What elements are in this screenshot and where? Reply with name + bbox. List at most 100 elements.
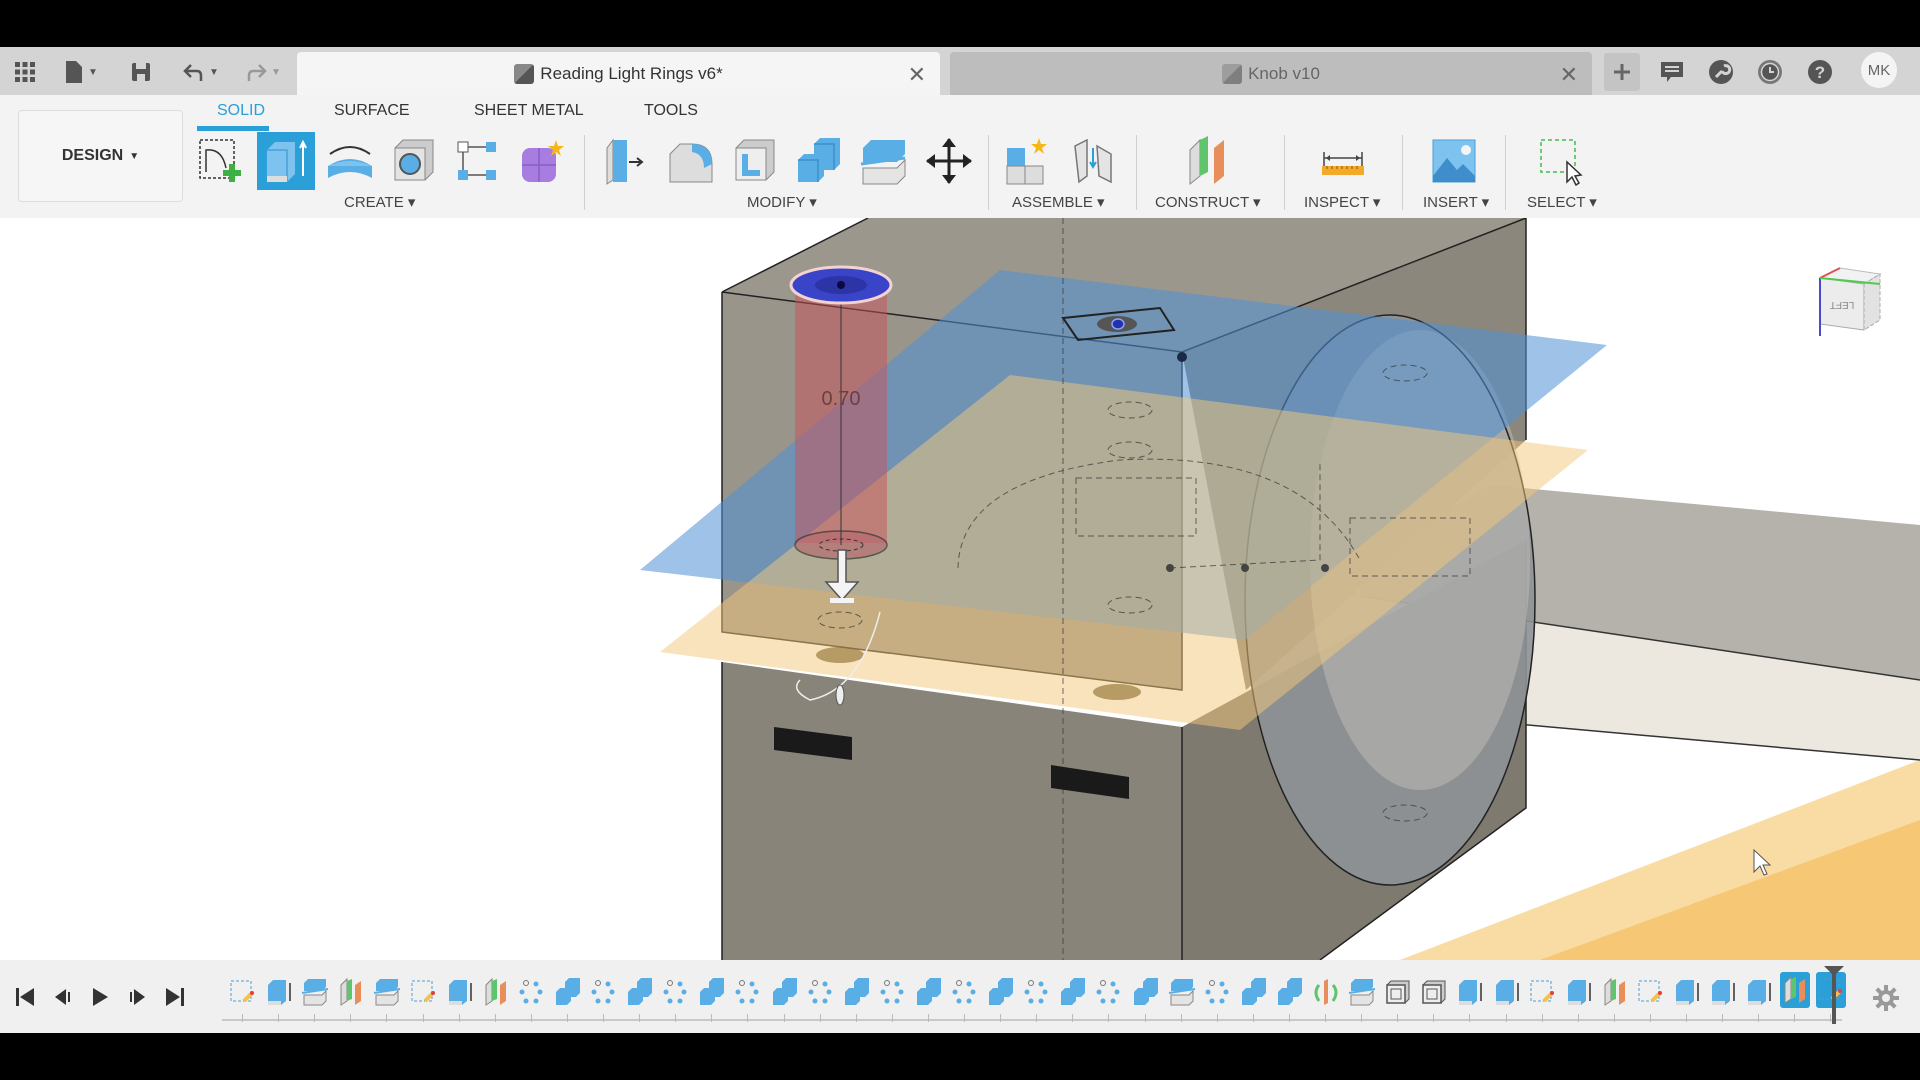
timeline-settings-button[interactable] xyxy=(1872,984,1904,1016)
pattern-button[interactable] xyxy=(449,133,505,189)
job-status-button[interactable] xyxy=(1755,57,1785,87)
extensions-button[interactable] xyxy=(1706,57,1736,87)
timeline-feature-combine[interactable] xyxy=(914,977,944,1007)
insert-image-button[interactable] xyxy=(1426,133,1482,189)
close-tab-icon[interactable]: ✕ xyxy=(1560,62,1578,88)
timeline-feature-extrude[interactable] xyxy=(1708,977,1738,1007)
timeline-feature-extrude[interactable] xyxy=(1492,977,1522,1007)
timeline-feature-pattern[interactable] xyxy=(589,977,619,1007)
timeline-feature-pattern[interactable] xyxy=(661,977,691,1007)
timeline-feature-sketch[interactable] xyxy=(1528,977,1558,1007)
timeline-feature-pattern[interactable] xyxy=(1022,977,1052,1007)
timeline-feature-combine[interactable] xyxy=(986,977,1016,1007)
timeline-feature-offset-plane-split[interactable] xyxy=(300,977,330,1007)
timeline-feature-pattern[interactable] xyxy=(1203,977,1233,1007)
joint-button[interactable] xyxy=(1066,133,1122,189)
timeline-feature-combine[interactable] xyxy=(697,977,727,1007)
save-button[interactable] xyxy=(126,57,156,87)
split-body-button[interactable] xyxy=(856,133,912,189)
step-forward-button[interactable] xyxy=(123,982,151,1012)
timeline-feature-combine[interactable] xyxy=(625,977,655,1007)
create-menu[interactable]: CREATE ▾ xyxy=(344,193,415,211)
close-tab-icon[interactable]: ✕ xyxy=(908,62,926,88)
redo-button[interactable]: ▼ xyxy=(240,57,286,87)
timeline-feature-pattern[interactable] xyxy=(950,977,980,1007)
timeline-feature-sketch[interactable] xyxy=(228,977,258,1007)
hole-button[interactable] xyxy=(386,133,442,189)
timeline-feature-extrude[interactable] xyxy=(1455,977,1485,1007)
timeline-feature-extrude[interactable] xyxy=(1672,977,1702,1007)
revolve-button[interactable] xyxy=(322,133,378,189)
3d-viewport[interactable]: 0.70 LEFT xyxy=(0,218,1920,960)
timeline-feature-pattern[interactable] xyxy=(733,977,763,1007)
comments-button[interactable] xyxy=(1657,57,1687,87)
timeline-feature-extrude[interactable] xyxy=(1564,977,1594,1007)
timeline-feature-construct-plane[interactable] xyxy=(336,977,366,1007)
inspect-menu[interactable]: INSPECT ▾ xyxy=(1304,193,1380,211)
help-button[interactable]: ? xyxy=(1805,57,1835,87)
create-form-button[interactable] xyxy=(513,133,569,189)
tab-sheet-metal[interactable]: SHEET METAL xyxy=(474,102,584,120)
timeline-feature-extrude[interactable] xyxy=(445,977,475,1007)
timeline-feature-combine[interactable] xyxy=(1275,977,1305,1007)
play-button[interactable] xyxy=(86,982,114,1012)
tab-tools[interactable]: TOOLS xyxy=(644,102,698,120)
new-tab-button[interactable] xyxy=(1604,53,1640,91)
press-pull-button[interactable] xyxy=(598,133,654,189)
tab-surface[interactable]: SURFACE xyxy=(334,102,410,120)
timeline-feature-construct-plane[interactable] xyxy=(1780,972,1811,1008)
timeline-feature-offset-plane-split[interactable] xyxy=(372,977,402,1007)
shell-button[interactable] xyxy=(727,133,783,189)
timeline-feature-shell[interactable] xyxy=(1419,977,1449,1007)
modify-menu[interactable]: MODIFY ▾ xyxy=(747,193,817,211)
timeline-feature-combine[interactable] xyxy=(842,977,872,1007)
model-canvas[interactable]: 0.70 xyxy=(0,218,1920,960)
timeline-feature-pattern[interactable] xyxy=(878,977,908,1007)
timeline-feature-combine[interactable] xyxy=(1131,977,1161,1007)
step-back-button[interactable] xyxy=(49,982,77,1012)
tab-solid[interactable]: SOLID xyxy=(217,102,265,120)
timeline-feature-construct-plane[interactable] xyxy=(1600,977,1630,1007)
offset-plane-button[interactable] xyxy=(1181,133,1237,189)
timeline-feature-split[interactable] xyxy=(1167,977,1197,1007)
extrude-dimension-label[interactable]: 0.70 xyxy=(822,388,861,410)
timeline-feature-combine[interactable] xyxy=(770,977,800,1007)
select-menu[interactable]: SELECT ▾ xyxy=(1527,193,1597,211)
timeline-feature-mirror-plane[interactable] xyxy=(1311,977,1341,1007)
timeline-feature-pattern[interactable] xyxy=(806,977,836,1007)
document-tab[interactable]: Knob v10 ✕ xyxy=(950,52,1592,95)
insert-menu[interactable]: INSERT ▾ xyxy=(1423,193,1489,211)
combine-button[interactable] xyxy=(791,133,847,189)
timeline-feature-combine[interactable] xyxy=(1058,977,1088,1007)
timeline-marker[interactable] xyxy=(1832,968,1836,1024)
create-sketch-button[interactable] xyxy=(193,133,249,189)
timeline-feature-sketch[interactable] xyxy=(409,977,439,1007)
timeline-feature-split[interactable] xyxy=(1347,977,1377,1007)
user-avatar[interactable]: MK xyxy=(1861,52,1897,88)
timeline-feature-pattern[interactable] xyxy=(1094,977,1124,1007)
workspace-switcher[interactable]: DESIGN ▼ xyxy=(18,110,183,202)
document-tab-active[interactable]: Reading Light Rings v6* ✕ xyxy=(297,52,940,95)
timeline-feature-sketch[interactable] xyxy=(1636,977,1666,1007)
timeline-feature-pattern[interactable] xyxy=(517,977,547,1007)
undo-button[interactable]: ▼ xyxy=(178,57,224,87)
fillet-button[interactable] xyxy=(663,133,719,189)
skip-to-start-button[interactable] xyxy=(11,982,39,1012)
timeline-feature-combine[interactable] xyxy=(1239,977,1269,1007)
move-copy-button[interactable] xyxy=(921,133,977,189)
measure-button[interactable] xyxy=(1315,133,1371,189)
apps-grid-button[interactable] xyxy=(10,57,40,87)
select-button[interactable] xyxy=(1532,133,1588,189)
timeline-feature-shell[interactable] xyxy=(1383,977,1413,1007)
file-menu-button[interactable]: ▼ xyxy=(58,57,104,87)
view-cube[interactable]: LEFT xyxy=(1812,248,1892,338)
timeline-feature-extrude[interactable] xyxy=(1744,977,1774,1007)
construct-menu[interactable]: CONSTRUCT ▾ xyxy=(1155,193,1261,211)
assemble-menu[interactable]: ASSEMBLE ▾ xyxy=(1012,193,1105,211)
extrude-button[interactable] xyxy=(257,132,315,190)
skip-to-end-button[interactable] xyxy=(161,982,189,1012)
new-component-button[interactable] xyxy=(1000,133,1056,189)
timeline-feature-extrude[interactable] xyxy=(264,977,294,1007)
timeline-feature-combine[interactable] xyxy=(553,977,583,1007)
timeline-feature-construct-plane[interactable] xyxy=(481,977,511,1007)
